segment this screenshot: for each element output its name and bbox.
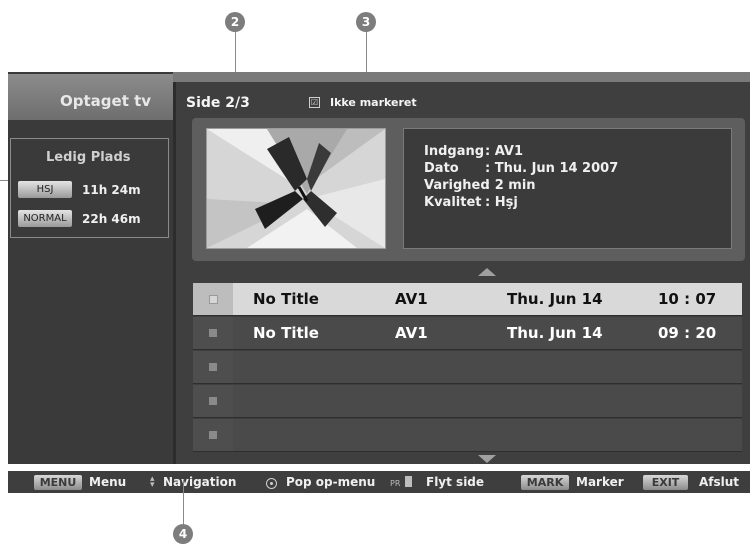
- menu-key[interactable]: MENU: [34, 475, 82, 490]
- filter-checkbox-icon[interactable]: ☑: [309, 97, 320, 108]
- pr-icon: PR: [390, 479, 401, 488]
- checkbox-icon: [209, 431, 217, 439]
- detail-value-quality: : Hşj: [485, 195, 518, 210]
- mark-label: Marker: [576, 475, 624, 489]
- row-checkbox[interactable]: [193, 385, 233, 417]
- detail-value-date: : Thu. Jun 14 2007: [485, 161, 619, 176]
- callout-2: 2: [225, 12, 245, 32]
- callout-3: 3: [356, 12, 376, 32]
- checkbox-icon: [209, 397, 217, 405]
- recording-date: Thu. Jun 14: [507, 290, 603, 308]
- mode-badge-hsj: HSJ: [18, 181, 72, 198]
- navigation-label: Navigation: [163, 475, 237, 489]
- mark-key[interactable]: MARK: [521, 475, 569, 490]
- butterfly-image: [207, 129, 385, 248]
- filter-label: Ikke markeret: [330, 96, 417, 109]
- recording-title: No Title: [253, 324, 319, 342]
- exit-key[interactable]: EXIT: [643, 475, 688, 490]
- row-checkbox[interactable]: [193, 419, 233, 451]
- free-space-title: Ledig Plads: [46, 150, 131, 165]
- list-item-empty[interactable]: [193, 351, 742, 384]
- callout-4: 4: [173, 524, 193, 544]
- sidebar-title: Optaget tv: [60, 92, 152, 110]
- detail-value-duration: : 2 min: [485, 178, 536, 193]
- recording-list: No Title AV1 Thu. Jun 14 10 : 07 No Titl…: [193, 283, 742, 453]
- top-bar: [173, 72, 750, 82]
- detail-key-duration: Varighed: [424, 178, 490, 193]
- recording-title: No Title: [253, 290, 319, 308]
- detail-key-input: Indgang: [424, 144, 485, 159]
- list-item[interactable]: No Title AV1 Thu. Jun 14 10 : 07: [193, 283, 742, 316]
- page-indicator: Side 2/3: [186, 95, 250, 111]
- sidebar: [8, 72, 173, 464]
- recording-thumbnail: [206, 128, 386, 249]
- mode-time-hsj: 11h 24m: [82, 183, 141, 197]
- checkbox-icon: [209, 295, 218, 304]
- page-button-icon: [405, 476, 412, 487]
- detail-value-input: : AV1: [485, 144, 524, 159]
- list-item[interactable]: No Title AV1 Thu. Jun 14 09 : 20: [193, 317, 742, 350]
- mode-time-normal: 22h 46m: [82, 212, 141, 226]
- list-item-empty[interactable]: [193, 385, 742, 418]
- callout-4-line: [183, 480, 184, 524]
- mode-badge-normal: NORMAL: [18, 210, 72, 227]
- up-down-icon: ▴ ▾: [150, 474, 155, 490]
- ok-button-dot-icon: [270, 482, 273, 485]
- row-checkbox[interactable]: [193, 351, 233, 383]
- menu-label: Menu: [89, 475, 127, 489]
- recording-input: AV1: [395, 290, 428, 308]
- recording-date: Thu. Jun 14: [507, 324, 603, 342]
- recording-time: 09 : 20: [658, 324, 717, 342]
- row-checkbox[interactable]: [193, 283, 233, 315]
- scroll-down-icon[interactable]: [478, 455, 496, 463]
- popup-menu-label: Pop op-menu: [286, 475, 376, 489]
- recording-input: AV1: [395, 324, 428, 342]
- checkbox-icon: [209, 329, 217, 337]
- detail-key-quality: Kvalitet: [424, 195, 482, 210]
- detail-key-date: Dato: [424, 161, 459, 176]
- list-item-empty[interactable]: [193, 419, 742, 452]
- exit-label: Afslut: [699, 475, 740, 489]
- recording-time: 10 : 07: [658, 290, 717, 308]
- row-checkbox[interactable]: [193, 317, 233, 349]
- scroll-up-icon[interactable]: [478, 268, 496, 276]
- checkbox-icon: [209, 363, 217, 371]
- page-move-label: Flyt side: [426, 475, 485, 489]
